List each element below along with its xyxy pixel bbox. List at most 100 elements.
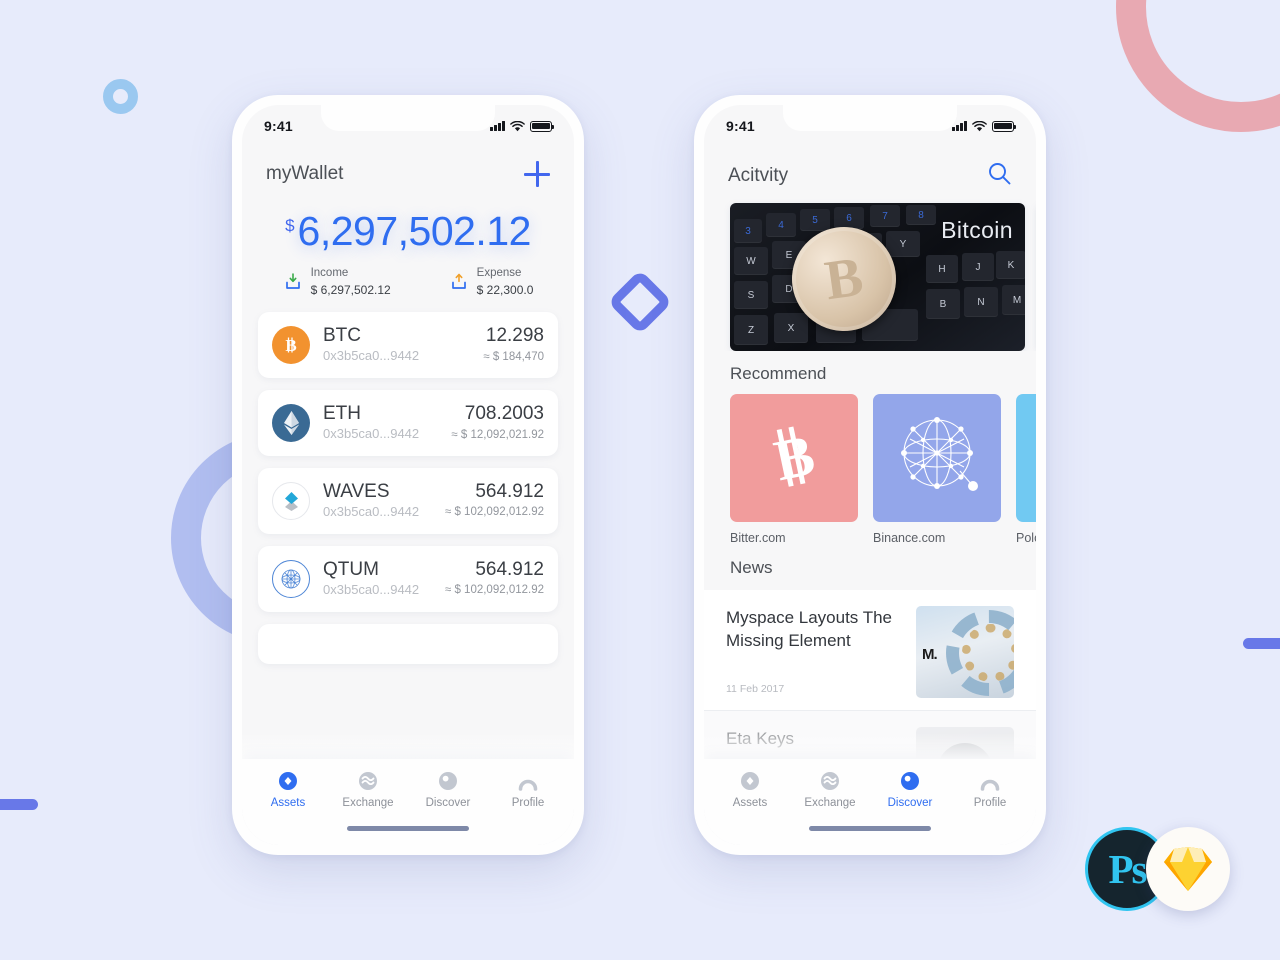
balance-currency: $: [285, 216, 295, 235]
list-item[interactable]: Binance.com: [873, 394, 1001, 545]
asset-usd-value: ≈ $ 102,092,012.92: [444, 506, 544, 519]
balance-line: $ 6,297,502.12: [242, 209, 574, 253]
table-row[interactable]: QTUM 0x3b5ca0...9442 564.912 ≈ $ 102,092…: [258, 545, 558, 612]
bearing-inner-graphic: [962, 624, 1014, 682]
income-download-icon: [283, 272, 303, 292]
asset-usd-value: ≈ $ 102,092,012.92: [444, 584, 544, 597]
asset-values: 708.2003 ≈ $ 12,092,021.92: [451, 403, 544, 443]
decor-ring-pink-icon: [1116, 0, 1280, 132]
expense-summary: Expense $ 22,300.0: [449, 266, 534, 298]
asset-values: 564.912 ≈ $ 102,092,012.92: [445, 481, 544, 521]
status-bar: 9:41: [242, 105, 574, 147]
expense-upload-icon: [449, 272, 469, 292]
expense-text: Expense $ 22,300.0: [477, 266, 534, 298]
asset-identity: BTC 0x3b5ca0...9442: [323, 325, 483, 365]
home-indicator[interactable]: [347, 826, 469, 831]
table-row-partial[interactable]: [258, 623, 558, 664]
income-label: Income: [310, 267, 349, 280]
asset-amount: 564.912: [475, 480, 544, 502]
assets-icon: [739, 770, 761, 792]
asset-usd-value: ≈ $ 12,092,021.92: [451, 428, 544, 441]
expense-label: Expense: [476, 267, 522, 280]
scroll-fade: [242, 733, 574, 759]
wallet-header: myWallet: [242, 147, 574, 193]
btc-icon: B: [272, 325, 310, 364]
tab-profile[interactable]: Profile: [494, 770, 562, 809]
asset-values: 12.298 ≈ $ 184,470: [483, 325, 544, 365]
exchange-icon: [819, 770, 841, 792]
news-date: 11 Feb 2017: [726, 682, 785, 695]
tab-exchange[interactable]: Exchange: [334, 770, 402, 809]
tab-discover[interactable]: Discover: [414, 770, 482, 809]
tab-assets[interactable]: Assets: [716, 770, 784, 809]
recommend-name: Polonie: [1016, 531, 1036, 545]
recommend-list: B Bitter.com Binance.com Pol: [704, 394, 1036, 545]
home-indicator[interactable]: [809, 826, 931, 831]
binance-tile[interactable]: [873, 394, 1001, 522]
activity-screen: 9:41 Acitvity 3 4 5 6 7 8 W E Y H J K S …: [704, 105, 1036, 845]
exchange-icon: [357, 770, 379, 792]
waves-icon: [272, 481, 310, 520]
add-wallet-button[interactable]: [524, 161, 550, 187]
bitcoin-glyph-icon: B: [763, 421, 825, 496]
asset-symbol: BTC: [323, 324, 361, 346]
expense-value: $ 22,300.0: [476, 282, 534, 297]
asset-values: 564.912 ≈ $ 102,092,012.92: [445, 559, 544, 599]
banner-bitcoin[interactable]: 3 4 5 6 7 8 W E R T Y H J K S: [730, 203, 1025, 351]
tab-discover[interactable]: Discover: [876, 770, 944, 809]
asset-usd-value: ≈ $ 184,470: [483, 350, 544, 363]
income-expense-row: Income $ 6,297,502.12 Expense $ 22,300.0: [242, 266, 574, 298]
tab-label: Discover: [425, 797, 471, 809]
phone-mockup-activity: 9:41 Acitvity 3 4 5 6 7 8 W E Y H J K S …: [694, 95, 1046, 855]
asset-amount: 564.912: [475, 558, 544, 580]
page-title: myWallet: [266, 163, 344, 184]
table-row[interactable]: B BTC 0x3b5ca0...9442 12.298 ≈ $ 184,470: [258, 311, 558, 378]
discover-icon: [899, 770, 921, 792]
asset-amount: 708.2003: [464, 402, 544, 424]
activity-header: Acitvity: [704, 147, 1036, 197]
recommend-name: Binance.com: [873, 531, 946, 545]
tab-exchange[interactable]: Exchange: [796, 770, 864, 809]
tab-label: Assets: [270, 797, 306, 809]
asset-identity: QTUM 0x3b5ca0...9442: [323, 559, 445, 599]
asset-identity: WAVES 0x3b5ca0...9442: [323, 481, 445, 521]
tab-label: Profile: [973, 797, 1007, 809]
decor-diamond-icon: [607, 269, 673, 335]
sketch-logo-icon: [1146, 827, 1230, 911]
tab-assets[interactable]: Assets: [254, 770, 322, 809]
tab-profile[interactable]: Profile: [956, 770, 1024, 809]
tab-label: Discover: [887, 797, 933, 809]
news-headline: Myspace Layouts The Missing Element: [726, 608, 892, 651]
asset-address: 0x3b5ca0...9442: [323, 347, 420, 363]
profile-icon: [517, 770, 539, 792]
status-clock: 9:41: [726, 118, 755, 134]
cellular-signal-icon: [490, 121, 505, 131]
table-row[interactable]: WAVES 0x3b5ca0...9442 564.912 ≈ $ 102,09…: [258, 467, 558, 534]
asset-address: 0x3b5ca0...9442: [323, 425, 420, 441]
news-headline: Eta Keys: [726, 729, 795, 748]
wifi-icon: [972, 120, 987, 131]
income-value: $ 6,297,502.12: [310, 282, 391, 297]
banner-label: Bitcoin: [941, 217, 1013, 243]
search-icon[interactable]: [987, 161, 1012, 191]
network-graph-icon: [890, 409, 984, 508]
list-item[interactable]: Myspace Layouts The Missing Element 11 F…: [704, 590, 1036, 711]
list-item[interactable]: Polonie: [1016, 394, 1036, 545]
news-thumbnail: M.: [916, 606, 1014, 698]
bitter-tile[interactable]: B: [730, 394, 858, 522]
poloniex-tile[interactable]: [1016, 394, 1036, 522]
list-item[interactable]: B Bitter.com: [730, 394, 858, 545]
discover-icon: [437, 770, 459, 792]
battery-icon: [530, 120, 555, 132]
banner-carousel[interactable]: 3 4 5 6 7 8 W E R T Y H J K S: [704, 197, 1036, 351]
tab-list: Assets Exchange Discover Profile: [242, 770, 574, 809]
asset-amount: 12.298: [485, 324, 544, 346]
table-row[interactable]: ETH 0x3b5ca0...9442 708.2003 ≈ $ 12,092,…: [258, 389, 558, 456]
tab-label: Exchange: [342, 797, 394, 809]
wallet-screen: 9:41 myWallet $ 6,297,502.12 Income $ 6,…: [242, 105, 574, 845]
recommend-title: Recommend: [730, 364, 827, 383]
eth-icon: [272, 403, 310, 442]
income-summary: Income $ 6,297,502.12: [283, 266, 391, 298]
decor-bar-right-icon: [1243, 638, 1280, 649]
wifi-icon: [510, 120, 525, 131]
